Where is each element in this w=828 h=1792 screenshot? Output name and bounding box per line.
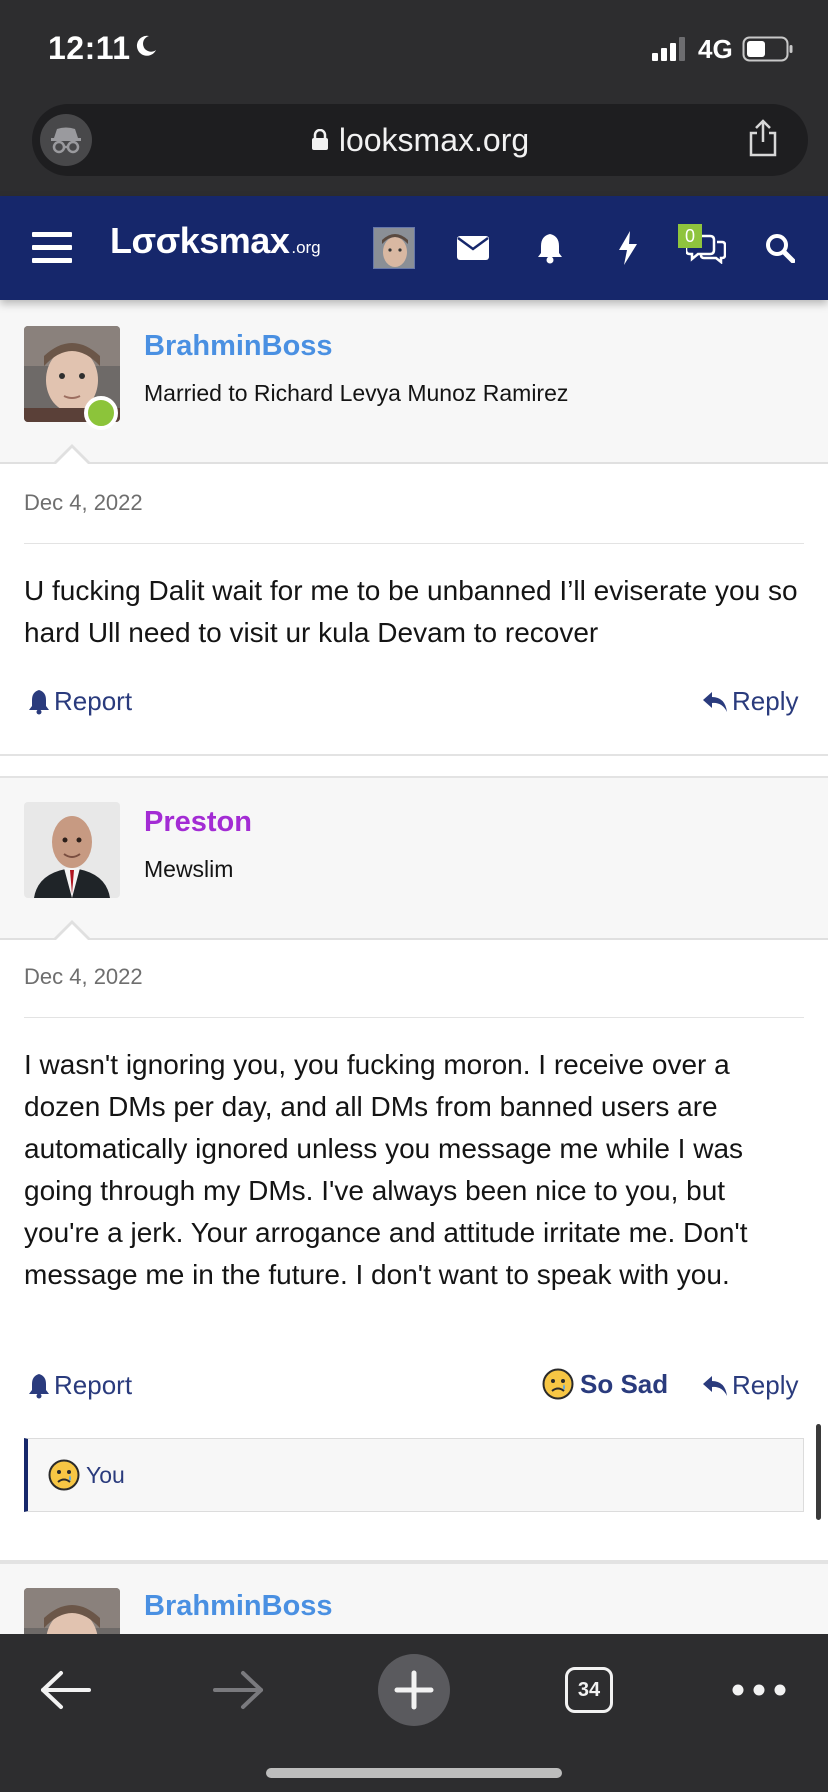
bell-icon (29, 689, 49, 714)
user-block-pointer-inner (54, 448, 90, 466)
so-sad-reaction-button[interactable]: So Sad (542, 1368, 668, 1400)
tabs-button[interactable]: 34 (564, 1648, 614, 1732)
user-block-pointer-inner (54, 924, 90, 942)
hamburger-menu-icon[interactable] (24, 196, 80, 300)
reply-label: Reply (732, 686, 799, 716)
divider (24, 543, 804, 544)
user-title: Married to Richard Levya Munoz Ramirez (144, 380, 569, 406)
moon-icon (136, 35, 156, 56)
conversations-badge: 0 (678, 224, 702, 248)
post-brahminboss: BrahminBoss Married to Richard Levya Mun… (0, 300, 828, 754)
browser-chrome: 12:11 4G looksmax.org (0, 0, 828, 196)
post-user-block: Preston Mewslim (0, 776, 828, 940)
sad-face-icon (48, 1459, 80, 1491)
user-name-link[interactable]: Preston (144, 806, 252, 839)
plus-icon (394, 1670, 434, 1710)
logo-suffix: .org (291, 238, 321, 257)
bell-icon (29, 1373, 49, 1398)
site-logo[interactable]: Lσσksmax .org (110, 220, 321, 276)
user-title: Mewslim (144, 856, 234, 882)
forward-arrow-icon[interactable] (204, 1648, 274, 1732)
network-type: 4G (698, 34, 733, 64)
url-display[interactable]: looksmax.org (32, 104, 808, 176)
post-preston: Preston Mewslim Dec 4, 2022 I wasn't ign… (0, 776, 828, 1512)
reply-button[interactable]: Reply (702, 686, 798, 717)
search-icon[interactable] (756, 196, 804, 300)
so-sad-label: So Sad (580, 1368, 669, 1399)
reply-arrow-icon (703, 691, 727, 712)
sad-face-icon (542, 1368, 574, 1400)
back-arrow-icon[interactable] (30, 1648, 100, 1732)
status-time: 12:11 (48, 30, 131, 66)
home-indicator[interactable] (266, 1768, 562, 1778)
post-message: U fucking Dalit wait for me to be unbann… (24, 575, 798, 648)
user-avatar[interactable] (24, 802, 120, 898)
logo-text: Lσσksmax (110, 220, 290, 261)
post-date[interactable]: Dec 4, 2022 (24, 490, 143, 516)
bell-icon[interactable] (526, 196, 574, 300)
thread-content: BrahminBoss Married to Richard Levya Mun… (0, 300, 828, 1634)
divider (24, 1017, 804, 1018)
report-label: Report (54, 686, 133, 716)
user-name-link[interactable]: BrahminBoss (144, 1590, 333, 1623)
more-options-icon[interactable] (718, 1648, 800, 1732)
reactions-summary[interactable]: You (24, 1438, 804, 1512)
post-user-block: BrahminBoss Married to Richard Levya Mun… (0, 300, 828, 464)
battery-icon (742, 36, 793, 62)
report-button[interactable]: Report (28, 686, 132, 717)
lock-icon (311, 129, 328, 150)
post-date[interactable]: Dec 4, 2022 (24, 964, 143, 990)
reply-label: Reply (732, 1370, 799, 1400)
envelope-icon[interactable] (448, 196, 498, 300)
post-message: I wasn't ignoring you, you fucking moron… (24, 1049, 748, 1290)
online-status-dot (84, 396, 118, 430)
status-bar: 12:11 4G (0, 0, 828, 98)
report-label: Report (54, 1370, 133, 1400)
lightning-icon[interactable] (604, 196, 652, 300)
account-avatar[interactable] (372, 196, 416, 300)
tabs-count: 34 (577, 1678, 601, 1701)
user-name-link[interactable]: BrahminBoss (144, 330, 333, 363)
report-button[interactable]: Report (28, 1370, 132, 1401)
site-header: Lσσksmax .org (0, 196, 828, 300)
address-bar[interactable]: looksmax.org (32, 104, 808, 176)
url-text: looksmax.org (338, 121, 530, 158)
scrollbar[interactable] (816, 1424, 821, 1520)
reply-arrow-icon (703, 1375, 727, 1396)
chat-bubbles-icon[interactable] (676, 196, 736, 300)
new-tab-button[interactable] (378, 1648, 450, 1732)
share-icon[interactable] (746, 118, 780, 158)
reactions-users: You (86, 1461, 125, 1488)
reply-button[interactable]: Reply (702, 1370, 798, 1401)
cellular-signal-icon (652, 37, 685, 61)
post-brahminboss-2: BrahminBoss (0, 1562, 828, 1634)
user-avatar[interactable] (24, 1588, 120, 1634)
post-user-block: BrahminBoss (0, 1562, 828, 1634)
post-separator (0, 754, 828, 774)
